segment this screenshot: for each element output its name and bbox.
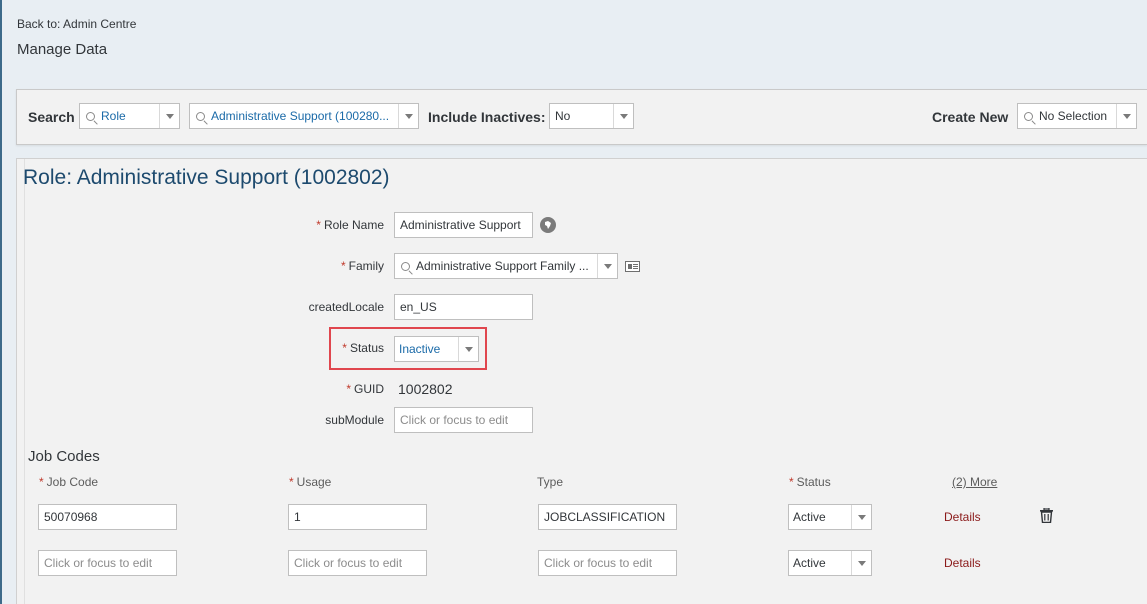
row-status-value: Active bbox=[793, 556, 826, 570]
required-marker: * bbox=[316, 218, 321, 232]
create-new-label: Create New bbox=[932, 109, 1009, 125]
job-code-input[interactable]: 50070968 bbox=[38, 504, 177, 530]
create-new-value: No Selection bbox=[1039, 109, 1108, 123]
required-marker: * bbox=[346, 382, 351, 396]
search-label: Search bbox=[28, 109, 75, 125]
back-to-admin-centre-link[interactable]: Back to: Admin Centre bbox=[17, 17, 136, 31]
role-name-label: * Role Name bbox=[316, 218, 384, 232]
details-link[interactable]: Details bbox=[944, 510, 981, 524]
status-highlight-box bbox=[329, 327, 487, 370]
column-header-type: Type bbox=[537, 475, 564, 489]
created-locale-label: createdLocale bbox=[308, 300, 384, 314]
record-title: Role: Administrative Support (1002802) bbox=[23, 166, 390, 189]
submodule-input[interactable]: Click or focus to edit bbox=[394, 407, 533, 433]
object-search-input[interactable]: Administrative Support (100280... bbox=[189, 103, 419, 129]
chevron-down-icon[interactable] bbox=[398, 104, 418, 128]
submodule-label: subModule bbox=[325, 413, 384, 427]
include-inactives-select[interactable]: No bbox=[549, 103, 634, 129]
globe-icon[interactable] bbox=[540, 217, 556, 233]
family-select[interactable]: Administrative Support Family ... bbox=[394, 253, 618, 279]
row-status-select[interactable]: Active bbox=[788, 550, 872, 576]
chevron-down-icon[interactable] bbox=[851, 505, 871, 529]
guid-value: 1002802 bbox=[398, 381, 453, 397]
job-code-input[interactable]: Click or focus to edit bbox=[38, 550, 177, 576]
chevron-down-icon[interactable] bbox=[159, 104, 179, 128]
value-help-card-icon[interactable] bbox=[625, 261, 640, 272]
search-icon bbox=[1020, 103, 1036, 129]
object-type-select[interactable]: Role bbox=[79, 103, 180, 129]
include-inactives-value: No bbox=[555, 109, 571, 123]
include-inactives-label: Include Inactives: bbox=[428, 109, 546, 125]
type-input[interactable]: JOBCLASSIFICATION bbox=[538, 504, 677, 530]
usage-input[interactable]: 1 bbox=[288, 504, 427, 530]
chevron-down-icon[interactable] bbox=[1116, 104, 1136, 128]
column-header-status: * Status bbox=[789, 475, 831, 489]
object-type-value: Role bbox=[101, 109, 126, 123]
search-toolbar: Search Role Administrative Support (1002… bbox=[16, 89, 1147, 145]
search-icon bbox=[82, 103, 98, 129]
column-header-usage: * Usage bbox=[289, 475, 332, 489]
family-value: Administrative Support Family ... bbox=[416, 259, 589, 273]
required-marker: * bbox=[39, 475, 44, 489]
trash-icon[interactable] bbox=[1040, 507, 1053, 524]
column-header-job-code: * Job Code bbox=[39, 475, 99, 489]
role-name-input[interactable]: Administrative Support bbox=[394, 212, 533, 238]
chevron-down-icon[interactable] bbox=[851, 551, 871, 575]
object-search-value: Administrative Support (100280... bbox=[211, 109, 390, 123]
chevron-down-icon[interactable] bbox=[613, 104, 633, 128]
create-new-select[interactable]: No Selection bbox=[1017, 103, 1137, 129]
required-marker: * bbox=[289, 475, 294, 489]
search-icon bbox=[192, 103, 208, 129]
job-codes-title: Job Codes bbox=[28, 448, 100, 465]
more-columns-link[interactable]: (2) More bbox=[952, 475, 997, 489]
chevron-down-icon[interactable] bbox=[597, 254, 617, 278]
type-input[interactable]: Click or focus to edit bbox=[538, 550, 677, 576]
window-edge bbox=[0, 0, 2, 604]
created-locale-input[interactable]: en_US bbox=[394, 294, 533, 320]
required-marker: * bbox=[340, 259, 346, 273]
guid-label: * GUID bbox=[346, 382, 384, 396]
search-icon bbox=[397, 253, 413, 279]
required-marker: * bbox=[789, 475, 794, 489]
row-status-value: Active bbox=[793, 510, 826, 524]
page-title: Manage Data bbox=[17, 41, 108, 58]
details-link[interactable]: Details bbox=[944, 556, 981, 570]
usage-input[interactable]: Click or focus to edit bbox=[288, 550, 427, 576]
row-status-select[interactable]: Active bbox=[788, 504, 872, 530]
family-label: * Family bbox=[340, 259, 384, 273]
